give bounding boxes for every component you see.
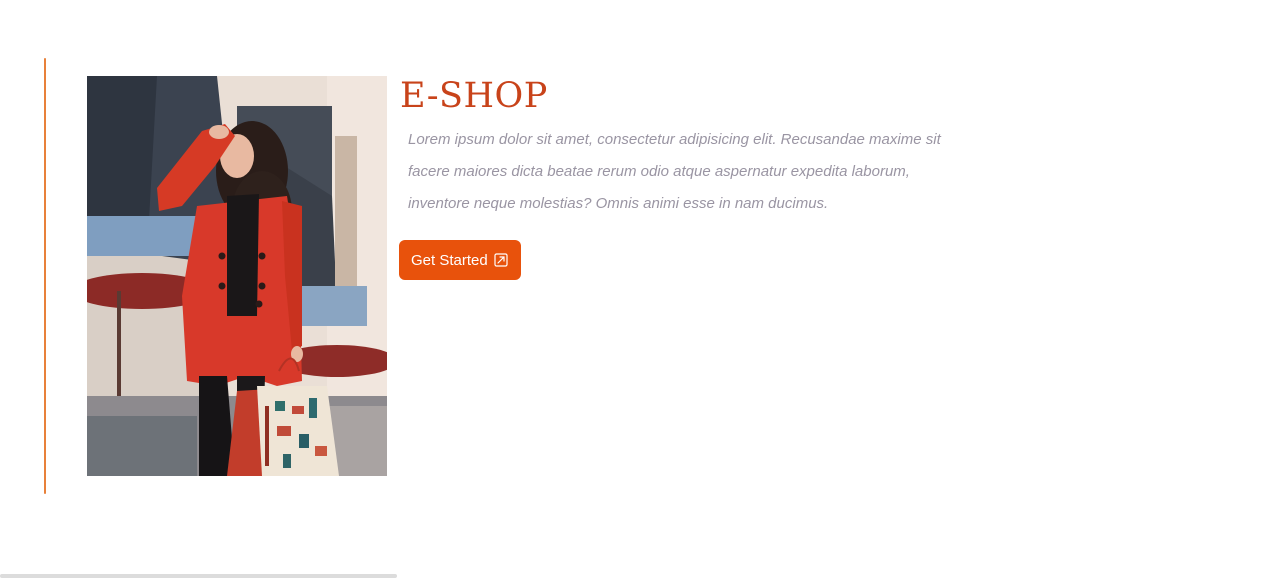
hero-section: E-SHOP Lorem ipsum dolor sit amet, conse…: [0, 0, 1268, 578]
accent-divider-line: [44, 58, 46, 494]
horizontal-scrollbar[interactable]: [0, 574, 397, 578]
get-started-label: Get Started: [411, 251, 488, 269]
get-started-button[interactable]: Get Started: [399, 240, 521, 280]
external-link-icon: [494, 253, 508, 267]
hero-description: Lorem ipsum dolor sit amet, consectetur …: [408, 131, 941, 212]
brand-title: E-SHOP: [400, 76, 548, 116]
hero-image: [87, 76, 387, 476]
